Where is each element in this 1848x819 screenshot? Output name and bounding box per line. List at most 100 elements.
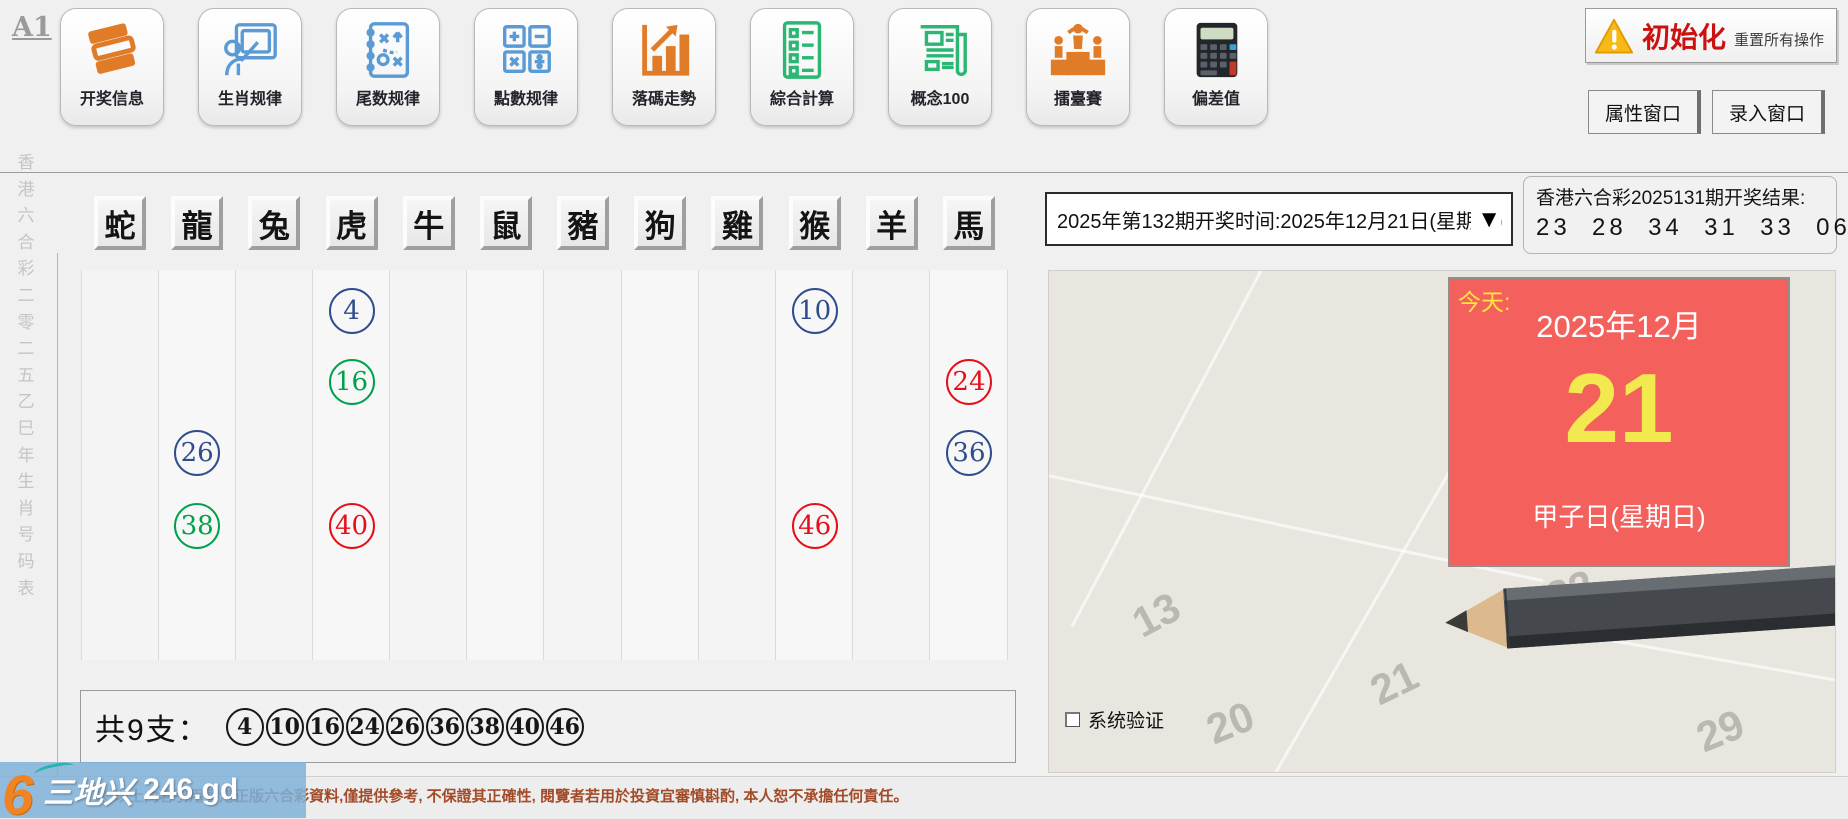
books-icon: [81, 19, 143, 81]
toolbar-button-label: 落碼走勢: [631, 91, 696, 108]
toolbar-button-擂臺賽[interactable]: 擂臺賽: [1026, 8, 1130, 126]
toolbar-button-label: 擂臺賽: [1053, 91, 1102, 108]
period-dropdown[interactable]: 2025年第132期开奖时间:2025年12月21日(星期日) ▼: [1045, 192, 1513, 246]
grid-number-40: 40: [328, 503, 375, 549]
zodiac-button-馬[interactable]: 馬: [942, 196, 995, 250]
toolbar-button-label: 尾数规律: [355, 91, 420, 108]
grid-number-24: 24: [945, 359, 992, 405]
summary-number-24: 24: [345, 707, 384, 746]
grid-column-7: [544, 270, 622, 660]
panel-left-border: [57, 253, 58, 782]
toolbar-separator: [0, 172, 1848, 173]
calculator-icon: [1185, 19, 1247, 81]
toolbar-button-label: 點數规律: [493, 91, 558, 108]
warning-triangle-icon: [1594, 18, 1634, 54]
calendar-day-info: 甲子日(星期日): [1532, 502, 1706, 532]
last-result-numbers: 23 28 34 31 33 06+11: [1536, 214, 1848, 241]
grid-number-16: 16: [328, 359, 375, 405]
zodiac-button-虎[interactable]: 虎: [325, 196, 378, 250]
last-result-box: 香港六合彩2025131期开奖结果: 23 28 34 31 33 06+11: [1523, 176, 1848, 254]
toolbar-button-落碼走勢[interactable]: 落碼走勢: [612, 8, 716, 126]
zodiac-button-羊[interactable]: 羊: [865, 196, 918, 250]
grid-column-11: [853, 270, 931, 660]
zodiac-button-猴[interactable]: 猴: [788, 196, 841, 250]
zodiac-button-豬[interactable]: 豬: [557, 196, 610, 250]
toolbar-button-點數规律[interactable]: 點數规律: [474, 8, 578, 126]
summary-number-40: 40: [505, 707, 544, 746]
last-result-title: 香港六合彩2025131期开奖结果:: [1536, 188, 1806, 209]
grid-number-46: 46: [791, 503, 838, 549]
grid-column-8: [621, 270, 699, 660]
calendar-card: 今天: 2025年12月 21 甲子日(星期日): [1448, 277, 1790, 567]
toolbar-button-概念100[interactable]: 概念100: [888, 8, 992, 126]
summary-number-10: 10: [265, 707, 304, 746]
calendar-photo-number: 13: [1124, 582, 1188, 647]
toolbar-button-label: 生肖规律: [217, 91, 282, 108]
toolbar-button-label: 偏差值: [1191, 91, 1240, 108]
entry-window-button[interactable]: 录入窗口: [1712, 90, 1825, 134]
zodiac-button-牛[interactable]: 牛: [402, 196, 455, 250]
zodiac-button-兔[interactable]: 兔: [248, 196, 301, 250]
summary-box: 共9支： 4 10 16 24 26 36 38 40 46: [80, 690, 1016, 763]
toolbar-button-label: 綜合計算: [769, 91, 834, 108]
dropdown-arrow-icon: ▼: [1471, 206, 1501, 234]
properties-window-button[interactable]: 属性窗口: [1588, 90, 1701, 134]
grid-column-1: [81, 270, 159, 660]
system-verify-checkbox-row[interactable]: 系统验证: [1065, 706, 1164, 733]
toolbar: 开奖信息 生肖规律 尾数规律 點數规律 落碼走勢 綜合計算 概念100 擂臺賽 偏差值: [60, 8, 1268, 126]
calendar-photo-number: 21: [1362, 651, 1426, 714]
math-operations-icon: [495, 19, 557, 81]
checklist-icon: [771, 19, 833, 81]
watermark-logo: 6 三地兴 246.gd: [0, 762, 306, 818]
grid-column-9: [698, 270, 776, 660]
toolbar-button-綜合計算[interactable]: 綜合計算: [750, 8, 854, 126]
calendar-month: 2025年12月: [1536, 309, 1702, 344]
toolbar-button-label: 概念100: [910, 91, 970, 108]
initialize-label: 初始化: [1642, 21, 1727, 53]
summary-number-46: 46: [545, 707, 584, 746]
toolbar-button-开奖信息[interactable]: 开奖信息: [60, 8, 164, 126]
bar-chart-icon: [633, 19, 695, 81]
initialize-button[interactable]: 初始化 重置所有操作: [1585, 8, 1837, 63]
summary-number-38: 38: [465, 707, 504, 746]
calendar-panel: 1320212229 今天: 2025年12月 21 甲子日(星期日) 系统验证: [1048, 270, 1836, 773]
app-window: A1 开奖信息 生肖规律 尾数规律 點數规律 落碼走勢 綜合計算 概念100 擂臺賽 偏差值 初…: [0, 0, 1848, 819]
zodiac-button-龍[interactable]: 龍: [171, 196, 224, 250]
strategy-notebook-icon: [357, 19, 419, 81]
calendar-photo-number: 20: [1199, 691, 1261, 754]
podium-icon: [1047, 19, 1109, 81]
zodiac-button-蛇[interactable]: 蛇: [94, 196, 146, 250]
system-verify-label: 系统验证: [1088, 711, 1165, 732]
corner-label: A1: [12, 12, 52, 43]
toolbar-button-尾数规律[interactable]: 尾数规律: [336, 8, 440, 126]
watermark-6-icon: 6: [2, 762, 34, 818]
zodiac-button-鼠[interactable]: 鼠: [479, 196, 532, 250]
grid-column-5: [390, 270, 468, 660]
grid-column-3: [235, 270, 313, 660]
newspaper-icon: [909, 19, 971, 81]
checkbox-icon[interactable]: [1065, 712, 1080, 727]
summary-label: 共9支：: [95, 713, 210, 747]
summary-number-4: 4: [225, 707, 264, 746]
toolbar-button-生肖规律[interactable]: 生肖规律: [198, 8, 302, 126]
left-vertical-title: 香 港 六 合 彩 二 零 二 五 乙 巳 年 生 肖 号 码 表: [17, 153, 35, 598]
zodiac-button-狗[interactable]: 狗: [634, 196, 687, 250]
grid-number-26: 26: [174, 430, 221, 476]
summary-number-16: 16: [305, 707, 344, 746]
calendar-photo-line: [1070, 271, 1271, 628]
summary-number-36: 36: [425, 707, 464, 746]
zodiac-button-雞[interactable]: 雞: [711, 196, 764, 250]
grid-column-6: [467, 270, 545, 660]
grid-number-38: 38: [174, 503, 221, 549]
grid-number-36: 36: [945, 430, 992, 476]
summary-numbers: 4 10 16 24 26 36 38 40 46: [225, 707, 586, 746]
grid-number-4: 4: [328, 288, 375, 334]
teacher-board-icon: [219, 19, 281, 81]
period-dropdown-value: 2025年第132期开奖时间:2025年12月21日(星期日): [1057, 210, 1503, 233]
calendar-day: 21: [1564, 353, 1674, 463]
initialize-sublabel: 重置所有操作: [1734, 32, 1825, 49]
toolbar-button-偏差值[interactable]: 偏差值: [1164, 8, 1268, 126]
watermark-domain: 246.gd: [143, 773, 239, 806]
calendar-photo-number: 29: [1689, 699, 1751, 762]
toolbar-button-label: 开奖信息: [79, 91, 144, 108]
